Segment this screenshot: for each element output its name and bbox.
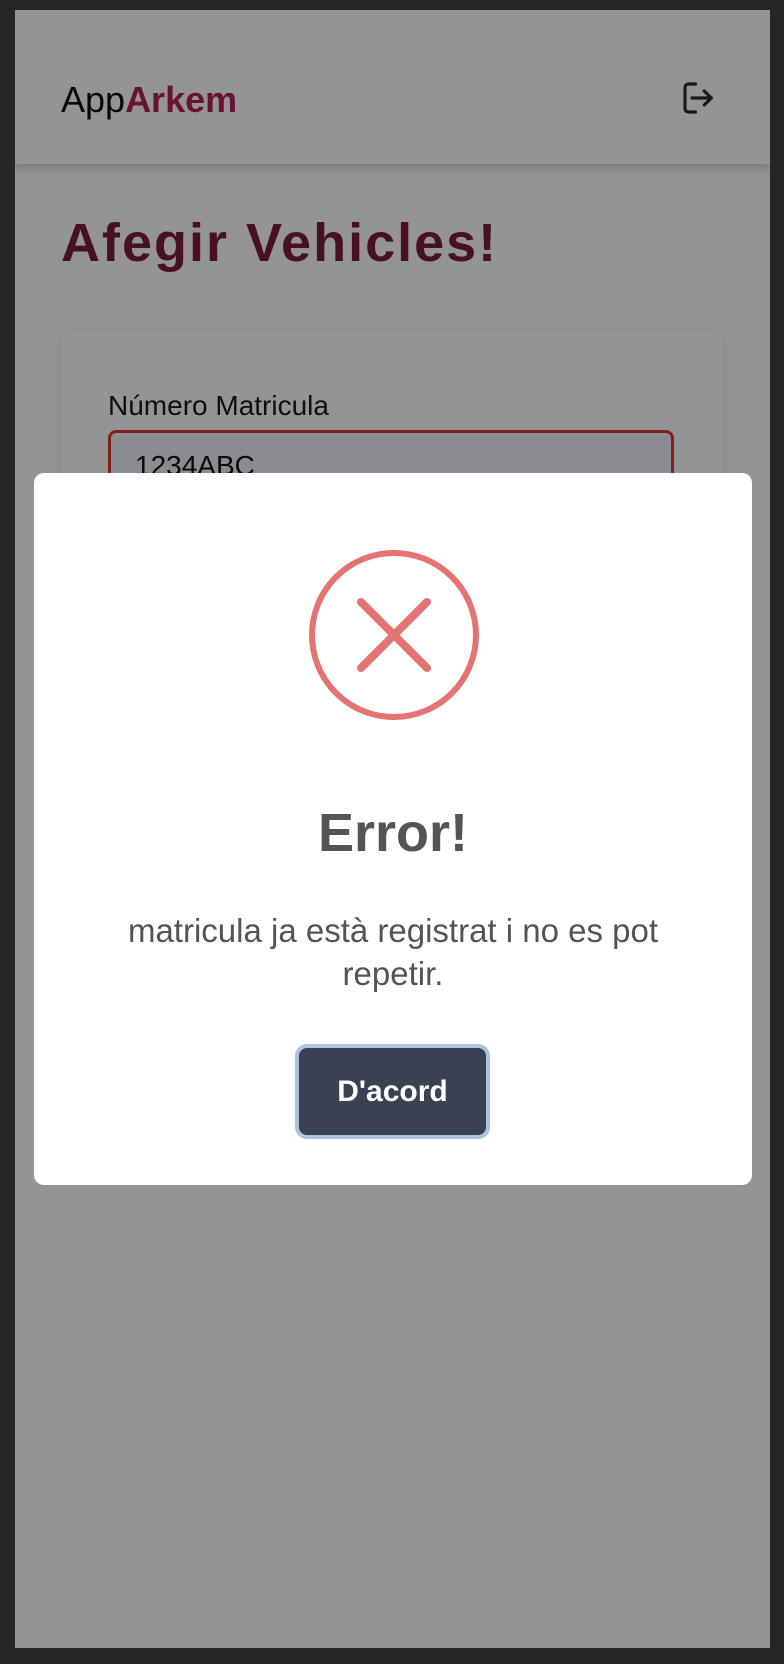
app-screen: AppArkem Afegir Vehicles! Número Matricu… [15,10,770,1648]
error-x-icon [309,550,479,720]
dialog-message: matricula ja està registrat i no es pot … [127,912,659,992]
confirm-button[interactable]: D'acord [299,1048,486,1135]
dialog-title: Error! [317,803,469,863]
error-dialog: Error! matricula ja està registrat i no … [34,473,752,1185]
